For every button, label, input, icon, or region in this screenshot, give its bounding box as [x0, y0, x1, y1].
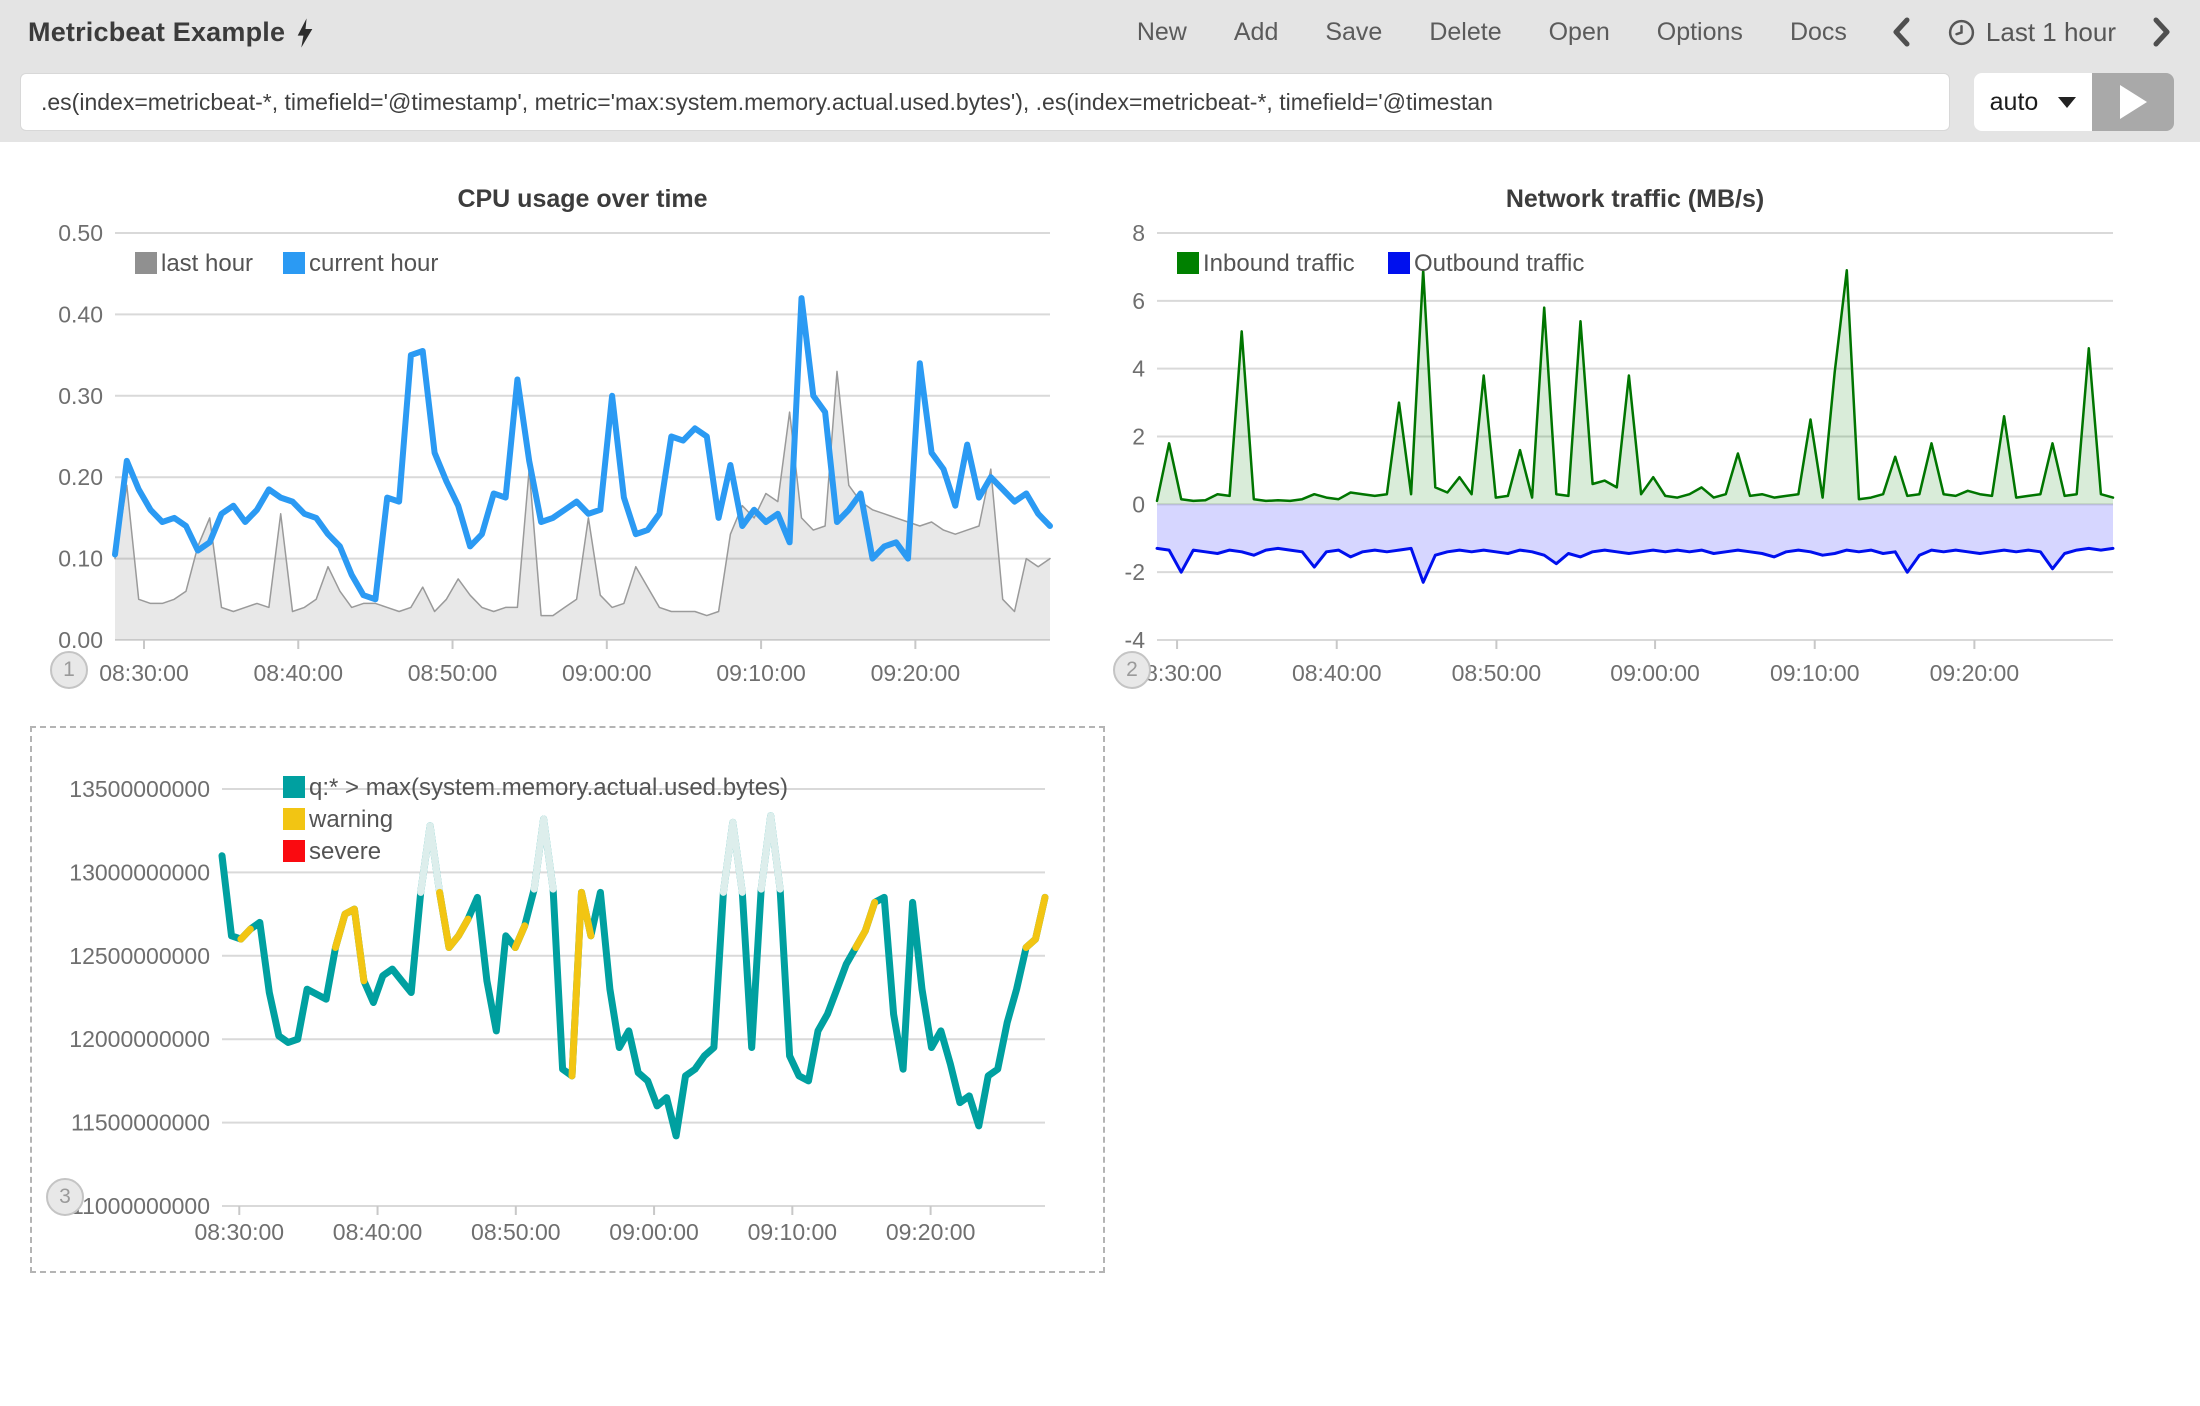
svg-text:current hour: current hour: [309, 250, 438, 277]
svg-text:09:00:00: 09:00:00: [562, 660, 652, 686]
nav-item-docs[interactable]: Docs: [1790, 18, 1847, 47]
svg-text:Network traffic (MB/s): Network traffic (MB/s): [1506, 185, 1764, 213]
svg-text:warning: warning: [308, 806, 393, 833]
svg-text:severe: severe: [309, 838, 381, 865]
time-range-button[interactable]: Last 1 hour: [1947, 17, 2116, 48]
svg-text:0.40: 0.40: [58, 301, 103, 327]
svg-text:09:10:00: 09:10:00: [716, 660, 806, 686]
svg-text:4: 4: [1132, 356, 1145, 382]
svg-text:0.10: 0.10: [58, 546, 103, 572]
nav-item-open[interactable]: Open: [1549, 18, 1610, 47]
network-traffic-chart-panel[interactable]: Network traffic (MB/s)86420-2-408:30:000…: [1115, 165, 2200, 715]
svg-text:09:10:00: 09:10:00: [748, 1219, 838, 1245]
svg-text:13500000000: 13500000000: [69, 776, 210, 802]
svg-text:13000000000: 13000000000: [69, 859, 210, 885]
interval-control: auto: [1974, 73, 2174, 131]
svg-text:08:40:00: 08:40:00: [333, 1219, 423, 1245]
svg-text:6: 6: [1132, 288, 1145, 314]
network-traffic-chart: Network traffic (MB/s)86420-2-408:30:000…: [1115, 165, 2200, 715]
top-bar: Metricbeat Example New Add Save Delete O…: [0, 0, 2200, 142]
svg-text:8: 8: [1132, 220, 1145, 246]
svg-text:0.30: 0.30: [58, 383, 103, 409]
nav-item-options[interactable]: Options: [1657, 18, 1743, 47]
svg-text:0.50: 0.50: [58, 220, 103, 246]
svg-text:09:00:00: 09:00:00: [609, 1219, 699, 1245]
svg-text:11500000000: 11500000000: [71, 1110, 210, 1136]
svg-text:0.00: 0.00: [58, 627, 103, 653]
interval-select[interactable]: auto: [1974, 73, 2092, 131]
time-prev-chevron-icon[interactable]: [1891, 15, 1913, 49]
svg-text:12000000000: 12000000000: [69, 1026, 210, 1052]
query-row: auto: [0, 64, 2200, 140]
svg-text:CPU usage over time: CPU usage over time: [457, 185, 707, 213]
svg-text:Outbound traffic: Outbound traffic: [1414, 250, 1584, 277]
svg-text:-4: -4: [1125, 627, 1146, 653]
nav-item-add[interactable]: Add: [1234, 18, 1278, 47]
svg-text:08:50:00: 08:50:00: [1452, 660, 1542, 686]
svg-text:09:10:00: 09:10:00: [1770, 660, 1860, 686]
svg-text:08:40:00: 08:40:00: [1292, 660, 1382, 686]
svg-text:0.20: 0.20: [58, 464, 103, 490]
svg-text:09:20:00: 09:20:00: [871, 660, 961, 686]
svg-text:08:50:00: 08:50:00: [471, 1219, 561, 1245]
memory-usage-chart: 13500000000 13000000000 12500000000 1200000…: [30, 726, 1105, 1271]
nav-item-new[interactable]: New: [1137, 18, 1187, 47]
svg-text:08:30:00: 08:30:00: [195, 1219, 285, 1245]
chart-number-badge: 2: [1113, 651, 1151, 689]
clock-icon: [1947, 18, 1976, 47]
app-title: Metricbeat Example: [28, 17, 285, 48]
chart-number-badge: 3: [46, 1178, 84, 1216]
caret-down-icon: [2058, 97, 2076, 108]
svg-text:Inbound traffic: Inbound traffic: [1203, 250, 1355, 277]
svg-text:09:20:00: 09:20:00: [886, 1219, 976, 1245]
svg-text:08:50:00: 08:50:00: [408, 660, 498, 686]
interval-value: auto: [1990, 88, 2039, 117]
nav-item-save[interactable]: Save: [1325, 18, 1382, 47]
time-range-label: Last 1 hour: [1986, 17, 2116, 48]
svg-text:2: 2: [1132, 424, 1145, 450]
run-query-button[interactable]: [2092, 73, 2174, 131]
time-picker: Last 1 hour: [1891, 15, 2172, 49]
svg-text:09:00:00: 09:00:00: [1610, 660, 1700, 686]
svg-text:09:20:00: 09:20:00: [1930, 660, 2020, 686]
svg-text:last hour: last hour: [161, 250, 253, 277]
memory-usage-chart-panel[interactable]: 13500000000 13000000000 12500000000 1200000…: [30, 726, 1105, 1273]
svg-text:08:30:00: 08:30:00: [99, 660, 189, 686]
nav-item-delete[interactable]: Delete: [1429, 18, 1501, 47]
time-next-chevron-icon[interactable]: [2150, 15, 2172, 49]
svg-text:12500000000: 12500000000: [69, 943, 210, 969]
svg-text:0: 0: [1132, 491, 1145, 517]
svg-text:11000000000: 11000000000: [71, 1193, 210, 1219]
chart-number-badge: 1: [50, 651, 88, 689]
query-input[interactable]: [20, 73, 1950, 131]
cpu-usage-chart-panel[interactable]: CPU usage over time 0.50 0.40 0.30 0.20 0.10 0…: [30, 165, 1080, 715]
title-row: Metricbeat Example New Add Save Delete O…: [0, 0, 2200, 64]
lightning-bolt-icon: [297, 18, 313, 48]
toolbar-nav: New Add Save Delete Open Options Docs: [1137, 18, 1847, 47]
svg-text:-2: -2: [1125, 559, 1145, 585]
svg-text:q:* > max(system.memory.actual: q:* > max(system.memory.actual.used.byte…: [309, 774, 788, 801]
play-icon: [2120, 85, 2147, 119]
cpu-usage-chart: CPU usage over time 0.50 0.40 0.30 0.20 0.10 0…: [30, 165, 1080, 715]
svg-text:08:40:00: 08:40:00: [253, 660, 343, 686]
